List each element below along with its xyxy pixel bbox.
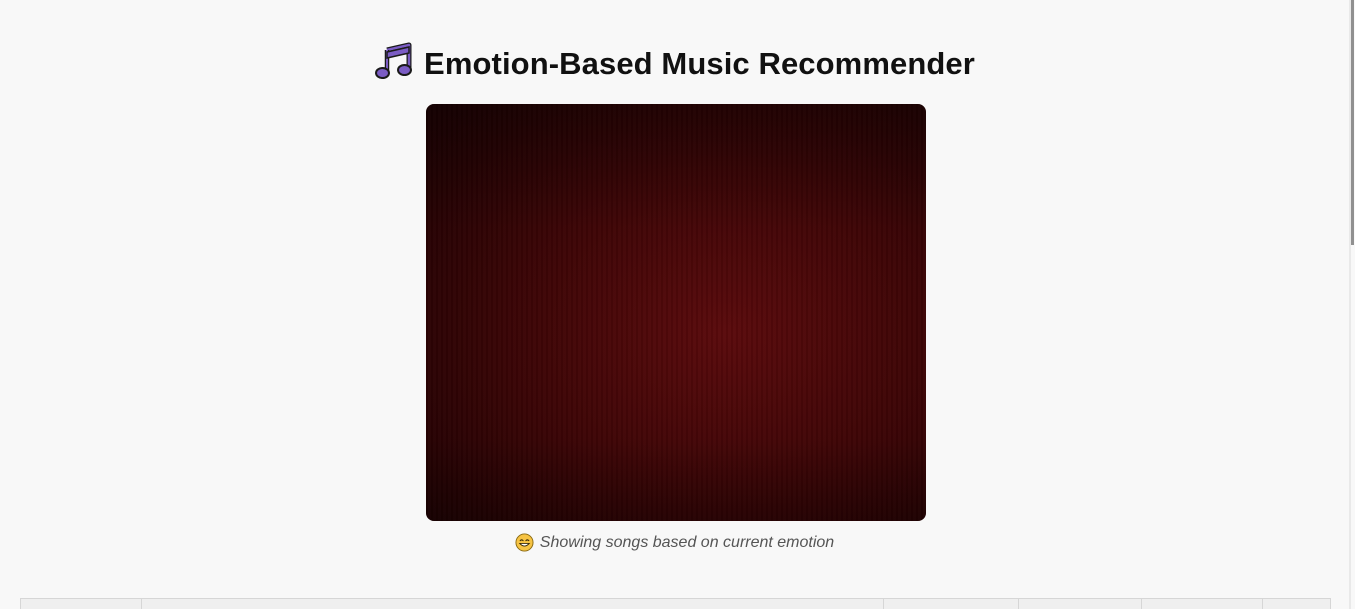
grinning-face-icon xyxy=(515,533,534,552)
music-notes-icon xyxy=(374,42,413,85)
table-column-header xyxy=(1142,599,1263,609)
page-header: Emotion-Based Music Recommender xyxy=(0,42,1349,85)
page-scrollbar[interactable] xyxy=(1349,0,1355,609)
page-title: Emotion-Based Music Recommender xyxy=(424,45,975,81)
table-column-header xyxy=(1019,599,1142,609)
table-column-header xyxy=(21,599,142,609)
webcam-video-feed xyxy=(426,104,926,521)
songs-table-header xyxy=(20,598,1331,609)
table-column-header xyxy=(884,599,1019,609)
video-vignette xyxy=(426,104,926,521)
emotion-status: Showing songs based on current emotion xyxy=(0,533,1349,552)
emotion-status-text: Showing songs based on current emotion xyxy=(539,533,835,551)
table-column-header xyxy=(142,599,884,609)
page: Emotion-Based Music Recommender Showing … xyxy=(0,0,1355,609)
table-column-header xyxy=(1263,599,1330,609)
scrollbar-thumb[interactable] xyxy=(1351,0,1354,245)
